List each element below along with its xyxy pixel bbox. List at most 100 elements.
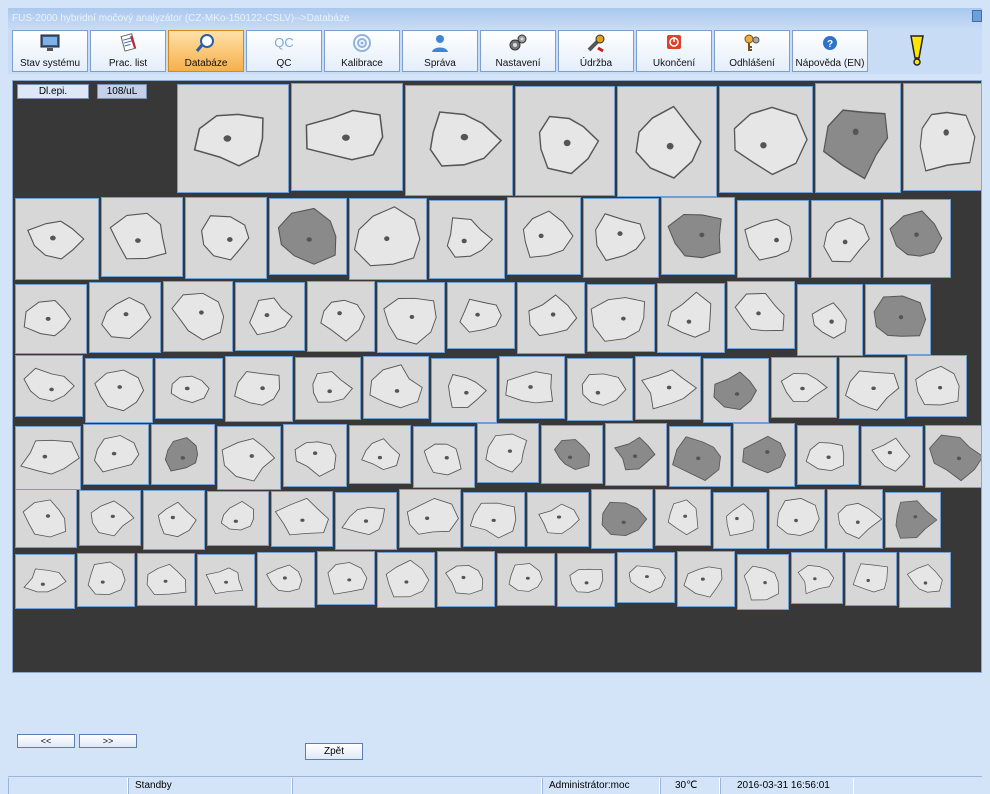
cell-image-thumbnail[interactable] xyxy=(719,86,813,193)
cell-image-thumbnail[interactable] xyxy=(903,83,981,191)
cell-image-thumbnail[interactable] xyxy=(207,491,269,546)
cell-image-thumbnail[interactable] xyxy=(907,355,967,417)
cell-image-thumbnail[interactable] xyxy=(15,355,83,417)
cell-image-thumbnail[interactable] xyxy=(591,489,653,549)
cell-type-tag[interactable]: Dl.epi. xyxy=(17,84,89,99)
cell-image-thumbnail[interactable] xyxy=(797,284,863,356)
cell-image-thumbnail[interactable] xyxy=(605,423,667,486)
cell-image-thumbnail[interactable] xyxy=(769,489,825,549)
cell-image-thumbnail[interactable] xyxy=(499,356,565,419)
cell-image-thumbnail[interactable] xyxy=(865,284,931,355)
cell-image-thumbnail[interactable] xyxy=(677,551,735,607)
cell-image-thumbnail[interactable] xyxy=(583,198,659,278)
cell-image-thumbnail[interactable] xyxy=(197,554,255,606)
cell-image-thumbnail[interactable] xyxy=(143,490,205,550)
cell-image-thumbnail[interactable] xyxy=(727,281,795,349)
cell-image-thumbnail[interactable] xyxy=(527,492,589,547)
toolbar-button-nastaveni[interactable]: Nastavení xyxy=(480,30,556,72)
cell-image-thumbnail[interactable] xyxy=(235,282,305,351)
cell-image-thumbnail[interactable] xyxy=(151,424,215,485)
cell-image-thumbnail[interactable] xyxy=(15,554,75,609)
toolbar-button-sprava[interactable]: Správa xyxy=(402,30,478,72)
cell-image-thumbnail[interactable] xyxy=(89,282,161,353)
cell-image-thumbnail[interactable] xyxy=(185,197,267,279)
cell-image-thumbnail[interactable] xyxy=(349,198,427,280)
cell-image-thumbnail[interactable] xyxy=(269,198,347,275)
cell-image-thumbnail[interactable] xyxy=(349,425,411,484)
cell-image-thumbnail[interactable] xyxy=(669,426,731,487)
toolbar-button-prac-list[interactable]: Prac. list xyxy=(90,30,166,72)
cell-image-thumbnail[interactable] xyxy=(137,553,195,606)
cell-image-thumbnail[interactable] xyxy=(77,553,135,607)
cell-image-thumbnail[interactable] xyxy=(283,424,347,487)
cell-image-thumbnail[interactable] xyxy=(317,551,375,605)
toolbar-button-napoveda[interactable]: ? Nápověda (EN) xyxy=(792,30,868,72)
prev-page-button[interactable]: << xyxy=(17,734,75,748)
cell-image-thumbnail[interactable] xyxy=(733,423,795,487)
cell-image-thumbnail[interactable] xyxy=(737,554,789,610)
next-page-button[interactable]: >> xyxy=(79,734,137,748)
cell-image-thumbnail[interactable] xyxy=(661,197,735,275)
cell-image-thumbnail[interactable] xyxy=(713,492,767,549)
cell-image-thumbnail[interactable] xyxy=(517,282,585,354)
toolbar-button-odhlaseni[interactable]: Odhlášení xyxy=(714,30,790,72)
cell-image-thumbnail[interactable] xyxy=(295,357,361,420)
cell-image-thumbnail[interactable] xyxy=(899,552,951,608)
cell-image-thumbnail[interactable] xyxy=(405,85,513,196)
cell-image-thumbnail[interactable] xyxy=(839,357,905,419)
cell-image-thumbnail[interactable] xyxy=(791,552,843,604)
cell-image-thumbnail[interactable] xyxy=(79,490,141,546)
cell-image-thumbnail[interactable] xyxy=(617,552,675,603)
cell-image-thumbnail[interactable] xyxy=(399,489,461,548)
cell-image-thumbnail[interactable] xyxy=(431,358,497,423)
cell-image-thumbnail[interactable] xyxy=(497,553,555,606)
cell-image-thumbnail[interactable] xyxy=(155,358,223,419)
cell-image-thumbnail[interactable] xyxy=(413,426,475,488)
cell-image-thumbnail[interactable] xyxy=(363,356,429,419)
cell-image-thumbnail[interactable] xyxy=(883,199,951,278)
cell-image-thumbnail[interactable] xyxy=(655,489,711,546)
cell-image-thumbnail[interactable] xyxy=(447,282,515,349)
window-control-icon[interactable] xyxy=(972,10,982,22)
toolbar-button-kalibrace[interactable]: Kalibrace xyxy=(324,30,400,72)
cell-image-thumbnail[interactable] xyxy=(437,551,495,607)
cell-image-thumbnail[interactable] xyxy=(271,491,333,547)
cell-image-thumbnail[interactable] xyxy=(477,423,539,483)
cell-image-thumbnail[interactable] xyxy=(257,552,315,608)
cell-image-thumbnail[interactable] xyxy=(307,281,375,352)
cell-image-thumbnail[interactable] xyxy=(83,424,149,485)
toolbar-button-qc[interactable]: QC QC xyxy=(246,30,322,72)
cell-image-thumbnail[interactable] xyxy=(377,552,435,608)
toolbar-button-udrzba[interactable]: Údržba xyxy=(558,30,634,72)
cell-image-thumbnail[interactable] xyxy=(463,492,525,547)
cell-image-thumbnail[interactable] xyxy=(377,282,445,353)
cell-image-thumbnail[interactable] xyxy=(925,425,981,488)
warning-icon[interactable] xyxy=(902,34,932,66)
cell-image-thumbnail[interactable] xyxy=(15,284,87,354)
cell-image-thumbnail[interactable] xyxy=(617,86,717,197)
cell-image-thumbnail[interactable] xyxy=(845,552,897,606)
cell-image-thumbnail[interactable] xyxy=(85,358,153,423)
cell-image-thumbnail[interactable] xyxy=(737,200,809,278)
cell-image-thumbnail[interactable] xyxy=(291,83,403,191)
cell-image-thumbnail[interactable] xyxy=(861,426,923,486)
cell-image-thumbnail[interactable] xyxy=(429,200,505,279)
cell-image-thumbnail[interactable] xyxy=(15,198,99,280)
cell-image-thumbnail[interactable] xyxy=(177,84,289,193)
cell-image-thumbnail[interactable] xyxy=(541,425,603,484)
cell-image-thumbnail[interactable] xyxy=(797,425,859,485)
cell-image-thumbnail[interactable] xyxy=(335,492,397,550)
cell-image-thumbnail[interactable] xyxy=(635,356,701,420)
cell-image-thumbnail[interactable] xyxy=(557,553,615,607)
cell-image-thumbnail[interactable] xyxy=(811,200,881,278)
toolbar-button-ukonceni[interactable]: Ukončení xyxy=(636,30,712,72)
cell-image-thumbnail[interactable] xyxy=(771,357,837,418)
back-button[interactable]: Zpět xyxy=(305,743,363,760)
cell-image-thumbnail[interactable] xyxy=(163,281,233,352)
cell-image-thumbnail[interactable] xyxy=(515,86,615,196)
cell-image-thumbnail[interactable] xyxy=(827,489,883,549)
cell-image-thumbnail[interactable] xyxy=(15,426,81,490)
cell-image-thumbnail[interactable] xyxy=(217,426,281,490)
cell-image-thumbnail[interactable] xyxy=(815,83,901,193)
cell-image-thumbnail[interactable] xyxy=(225,356,293,422)
